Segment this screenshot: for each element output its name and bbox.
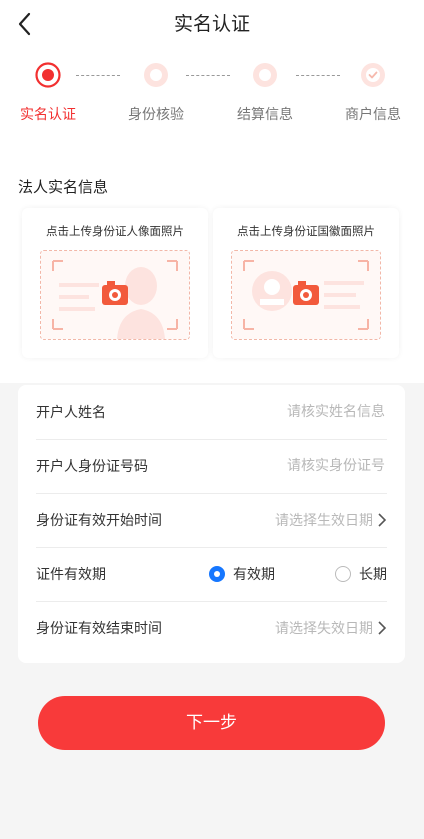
id-portrait-illustration-icon	[41, 251, 189, 339]
validity-label: 证件有效期	[36, 567, 106, 583]
section-title: 法人实名信息	[0, 130, 424, 208]
radio-label: 长期	[359, 567, 387, 583]
identity-form: 开户人姓名 开户人身份证号码 身份证有效开始时间 请选择生效日期 证件有效期 有…	[18, 385, 405, 663]
chevron-right-icon	[378, 513, 387, 527]
form-row-name: 开户人姓名	[36, 385, 387, 440]
active-step-icon	[35, 62, 61, 88]
back-button[interactable]	[12, 10, 40, 38]
radio-long-term[interactable]: 长期	[335, 564, 387, 584]
upload-caption: 点击上传身份证国徽面照片	[237, 224, 375, 238]
end-date-picker[interactable]: 请选择失效日期	[275, 618, 387, 638]
id-front-upload-frame[interactable]	[40, 250, 190, 340]
chevron-right-icon	[378, 621, 387, 635]
id-back-upload-frame[interactable]	[231, 250, 381, 340]
start-date-placeholder: 请选择生效日期	[275, 513, 373, 529]
step-label: 结算信息	[237, 107, 293, 123]
pending-step-icon	[144, 63, 168, 87]
radio-label: 有效期	[233, 567, 275, 583]
step-4: 商户信息	[323, 62, 423, 124]
next-button[interactable]: 下一步	[38, 696, 385, 750]
pending-step-icon	[253, 63, 277, 87]
step-label: 商户信息	[345, 107, 401, 123]
start-date-label: 身份证有效开始时间	[36, 513, 162, 529]
check-step-icon	[361, 63, 385, 87]
step-2: 身份核验	[106, 62, 206, 124]
radio-selected-icon	[209, 566, 225, 582]
upload-area: 点击上传身份证人像面照片 点击上传身份证国徽面照片	[0, 208, 424, 383]
step-1: 实名认证	[0, 62, 98, 124]
upload-caption: 点击上传身份证人像面照片	[46, 224, 184, 238]
step-label: 身份核验	[128, 107, 184, 123]
radio-valid-period[interactable]: 有效期	[209, 564, 275, 584]
id-front-upload-card[interactable]: 点击上传身份证人像面照片	[22, 208, 208, 358]
step-3: 结算信息	[215, 62, 315, 124]
page-title: 实名认证	[173, 13, 250, 35]
form-row-validity: 证件有效期 有效期 长期	[36, 547, 387, 602]
id-number-label: 开户人身份证号码	[36, 459, 148, 475]
step-label: 实名认证	[20, 107, 76, 123]
nav-bar: 实名认证	[0, 0, 424, 48]
chevron-left-icon	[18, 12, 31, 36]
start-date-picker[interactable]: 请选择生效日期	[275, 510, 387, 530]
id-back-upload-card[interactable]: 点击上传身份证国徽面照片	[213, 208, 399, 358]
form-row-end-date[interactable]: 身份证有效结束时间 请选择失效日期	[36, 601, 387, 655]
form-row-start-date[interactable]: 身份证有效开始时间 请选择生效日期	[36, 493, 387, 548]
step-indicator: 实名认证 身份核验 结算信息 商户信息	[0, 48, 424, 130]
end-date-placeholder: 请选择失效日期	[275, 621, 373, 637]
form-row-id: 开户人身份证号码	[36, 439, 387, 494]
name-label: 开户人姓名	[36, 405, 106, 421]
radio-unselected-icon	[335, 566, 351, 582]
end-date-label: 身份证有效结束时间	[36, 621, 162, 637]
name-input[interactable]	[243, 403, 387, 421]
id-emblem-illustration-icon	[232, 251, 380, 339]
id-number-input[interactable]	[243, 457, 387, 475]
